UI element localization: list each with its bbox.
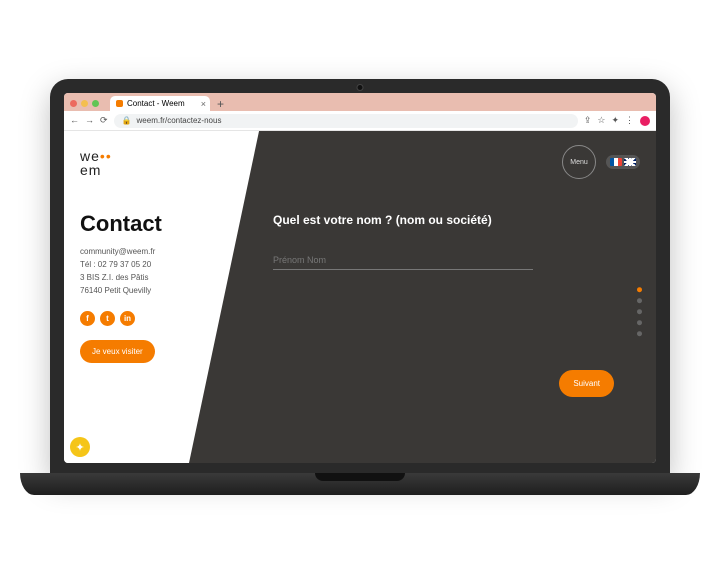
bookmark-icon[interactable]: ☆ (597, 115, 605, 126)
step-dot[interactable] (637, 287, 642, 292)
flag-uk-icon (624, 158, 636, 166)
visit-button[interactable]: Je veux visiter (80, 340, 155, 363)
camera-dot (358, 85, 363, 90)
next-button[interactable]: Suivant (559, 370, 614, 397)
contact-address-1: 3 BIS Z.I. des Pâtis (80, 271, 213, 284)
back-icon[interactable]: ← (70, 115, 79, 126)
page-content: we• •em Contact community@weem.fr Tél : … (64, 131, 656, 463)
logo[interactable]: we• •em (80, 149, 126, 177)
reload-icon[interactable]: ⟳ (100, 115, 108, 126)
extension-icon[interactable]: ✦ (611, 115, 619, 126)
name-input[interactable] (273, 251, 533, 270)
contact-info: community@weem.fr Tél : 02 79 37 05 20 3… (80, 245, 213, 297)
new-tab-button[interactable]: + (217, 97, 224, 111)
accessibility-badge-icon[interactable]: ✦ (70, 437, 90, 457)
menu-button[interactable]: Menu (562, 145, 596, 179)
screen: Contact - Weem × + ← → ⟳ 🔒 weem.fr/conta… (64, 93, 656, 463)
profile-avatar[interactable] (640, 116, 650, 126)
close-window-icon[interactable] (70, 100, 77, 107)
form-panel: Menu Quel est votre nom ? (nom ou sociét… (189, 131, 656, 463)
linkedin-icon[interactable]: in (120, 311, 135, 326)
tab-title: Contact - Weem (127, 99, 185, 108)
forward-icon[interactable]: → (85, 115, 94, 126)
step-indicator (637, 287, 642, 336)
lock-icon: 🔒 (122, 116, 132, 125)
maximize-window-icon[interactable] (92, 100, 99, 107)
toolbar-right: ⇪ ☆ ✦ ⋮ (584, 115, 650, 126)
nav-buttons: ← → ⟳ (70, 115, 108, 126)
laptop-mockup: Contact - Weem × + ← → ⟳ 🔒 weem.fr/conta… (50, 79, 670, 495)
favicon-icon (116, 100, 123, 107)
social-links: f t in (80, 311, 213, 326)
close-tab-icon[interactable]: × (201, 99, 206, 109)
language-switcher[interactable] (606, 155, 640, 169)
contact-phone: Tél : 02 79 37 05 20 (80, 258, 213, 271)
facebook-icon[interactable]: f (80, 311, 95, 326)
step-dot[interactable] (637, 320, 642, 325)
browser-tab[interactable]: Contact - Weem × (110, 96, 210, 111)
twitter-icon[interactable]: t (100, 311, 115, 326)
laptop-base (20, 473, 700, 495)
step-dot[interactable] (637, 309, 642, 314)
share-icon[interactable]: ⇪ (584, 115, 592, 126)
page-title: Contact (80, 211, 213, 237)
step-dot[interactable] (637, 331, 642, 336)
contact-email[interactable]: community@weem.fr (80, 245, 213, 258)
window-controls (70, 100, 99, 107)
form-question: Quel est votre nom ? (nom ou société) (273, 213, 632, 227)
browser-toolbar: ← → ⟳ 🔒 weem.fr/contactez-nous ⇪ ☆ ✦ ⋮ (64, 111, 656, 131)
browser-tabbar: Contact - Weem × + (64, 93, 656, 111)
minimize-window-icon[interactable] (81, 100, 88, 107)
step-dot[interactable] (637, 298, 642, 303)
more-icon[interactable]: ⋮ (625, 115, 634, 126)
flag-fr-icon (610, 158, 622, 166)
address-bar[interactable]: 🔒 weem.fr/contactez-nous (114, 114, 578, 128)
contact-address-2: 76140 Petit Quevilly (80, 284, 213, 297)
header-right: Menu (562, 145, 640, 179)
url-text: weem.fr/contactez-nous (137, 116, 222, 125)
screen-bezel: Contact - Weem × + ← → ⟳ 🔒 weem.fr/conta… (50, 79, 670, 473)
